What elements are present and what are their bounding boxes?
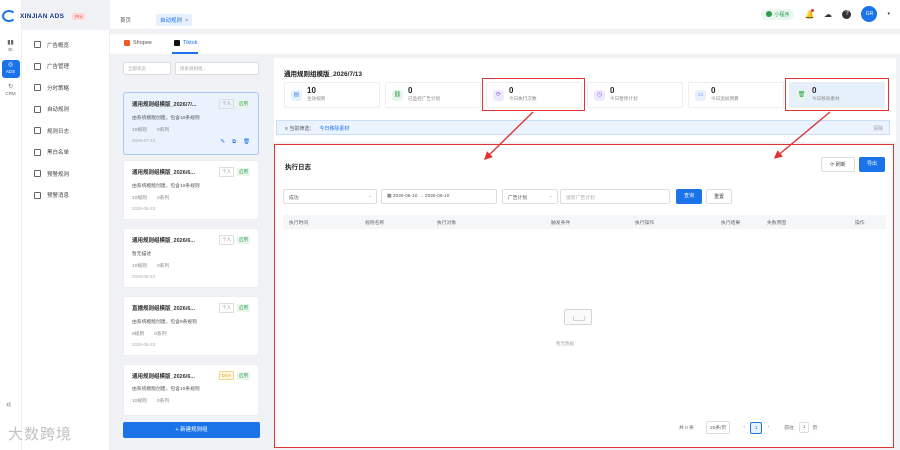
watermark: 大数跨境 — [8, 425, 73, 443]
annotation-arrow — [773, 111, 831, 159]
annotation-arrow — [483, 111, 534, 160]
annotation-arrows — [483, 111, 831, 160]
